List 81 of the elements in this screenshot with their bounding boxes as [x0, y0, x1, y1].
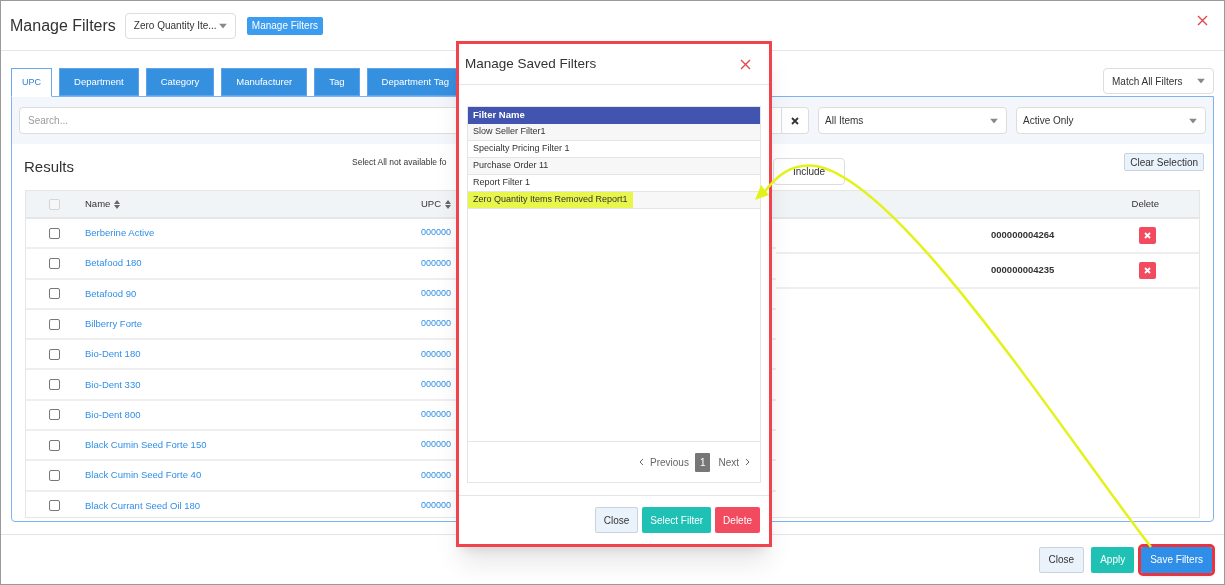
scope-select[interactable]: All Items — [818, 107, 1007, 134]
product-link[interactable]: Berberine Active — [85, 226, 421, 241]
select-all-checkbox[interactable] — [49, 198, 60, 210]
upc-link[interactable]: 000000 — [421, 377, 452, 392]
match-select[interactable]: Match All Filters — [1103, 68, 1214, 94]
clear-selection-button[interactable]: Clear Selection — [1124, 153, 1204, 171]
upc-link[interactable]: 000000 — [421, 408, 452, 422]
saved-filter-item[interactable]: Report Filter 1 — [468, 175, 536, 191]
filter-tab[interactable]: Category — [145, 68, 215, 96]
manage-filters-button[interactable]: Manage Filters — [246, 16, 323, 35]
upc-link[interactable]: 000000 — [421, 287, 452, 301]
dialog-button[interactable]: Close — [594, 507, 639, 533]
row-checkbox[interactable] — [49, 409, 60, 421]
row-checkbox[interactable] — [49, 227, 60, 239]
selected-upc: 000000004264 — [991, 228, 1055, 243]
selected-upc: 000000004235 — [991, 263, 1055, 278]
upc-link[interactable]: 000000 — [421, 347, 452, 362]
filter-tab[interactable]: Tag — [314, 68, 360, 96]
row-checkbox[interactable] — [49, 439, 60, 451]
close-icon — [1144, 267, 1151, 274]
next-button[interactable]: Next — [718, 454, 739, 470]
column-header: Delete — [1131, 196, 1159, 211]
page-number[interactable]: 1 — [694, 452, 711, 472]
filter-name-header: Filter Name — [468, 107, 760, 124]
saved-filter-select[interactable]: Zero Quantity Ite... — [124, 12, 236, 39]
filter-tab[interactable]: UPC — [11, 68, 52, 97]
delete-button[interactable] — [1139, 262, 1156, 279]
upc-link[interactable]: 000000 — [421, 468, 452, 483]
product-link[interactable]: Black Currant Seed Oil 180 — [85, 498, 421, 513]
product-link[interactable]: Betafood 90 — [85, 286, 421, 301]
dialog-title: Manage Saved Filters — [465, 54, 597, 73]
include-button[interactable]: Include — [773, 158, 845, 185]
footer-button[interactable]: Apply — [1091, 546, 1135, 573]
filter-tab[interactable]: Manufacturer — [221, 68, 308, 96]
status-select[interactable]: Active Only — [1016, 107, 1206, 134]
chevron-left-icon — [638, 458, 644, 466]
select-all-note: Select All not available fo — [352, 155, 447, 169]
sort-icon — [114, 199, 121, 209]
row-checkbox[interactable] — [49, 379, 60, 391]
caret-icon — [1197, 78, 1205, 84]
filter-tab[interactable]: Department — [59, 68, 139, 96]
dialog-button[interactable]: Delete — [715, 507, 760, 533]
row-checkbox[interactable] — [49, 470, 60, 481]
caret-icon — [218, 23, 227, 28]
window-title: Manage Filters — [10, 15, 116, 36]
footer-button[interactable]: Save Filters — [1141, 546, 1212, 573]
caret-icon — [1189, 118, 1197, 123]
previous-button[interactable]: Previous — [649, 454, 689, 470]
chevron-right-icon — [745, 458, 750, 466]
saved-filter-item[interactable]: Specialty Pricing Filter 1 — [468, 141, 575, 157]
product-link[interactable]: Black Cumin Seed Forte 150 — [85, 438, 421, 453]
close-icon — [1144, 232, 1151, 239]
upc-link[interactable]: 000000 — [421, 317, 452, 331]
row-checkbox[interactable] — [49, 288, 60, 300]
upc-link[interactable]: 000000 — [421, 438, 452, 452]
column-header[interactable]: Name — [85, 196, 421, 212]
product-link[interactable]: Bio-Dent 800 — [85, 407, 421, 423]
product-link[interactable]: Bio-Dent 180 — [85, 347, 421, 362]
caret-icon — [990, 118, 998, 123]
product-link[interactable]: Betafood 180 — [85, 256, 421, 271]
row-checkbox[interactable] — [49, 257, 60, 269]
upc-link[interactable]: 000000 — [421, 499, 452, 513]
upc-link[interactable]: 000000 — [421, 226, 452, 240]
row-checkbox[interactable] — [49, 318, 60, 330]
row-checkbox[interactable] — [49, 348, 60, 360]
footer-button[interactable]: Close — [1038, 546, 1085, 573]
results-heading: Results — [24, 156, 75, 177]
close-icon — [791, 116, 799, 125]
product-link[interactable]: Black Cumin Seed Forte 40 — [85, 468, 421, 483]
row-checkbox[interactable] — [49, 500, 60, 512]
product-link[interactable]: Bio-Dent 330 — [85, 377, 421, 392]
delete-button[interactable] — [1139, 227, 1156, 244]
saved-filter-item[interactable]: Zero Quantity Items Removed Report1 — [468, 192, 633, 208]
column-header[interactable]: UPC — [421, 196, 452, 212]
close-icon[interactable] — [740, 58, 751, 70]
close-icon[interactable] — [1197, 15, 1208, 26]
dialog-button[interactable]: Select Filter — [642, 507, 712, 533]
product-link[interactable]: Bilberry Forte — [85, 316, 421, 332]
clear-search-button[interactable] — [782, 107, 809, 134]
sort-icon — [445, 199, 452, 209]
upc-link[interactable]: 000000 — [421, 256, 452, 271]
